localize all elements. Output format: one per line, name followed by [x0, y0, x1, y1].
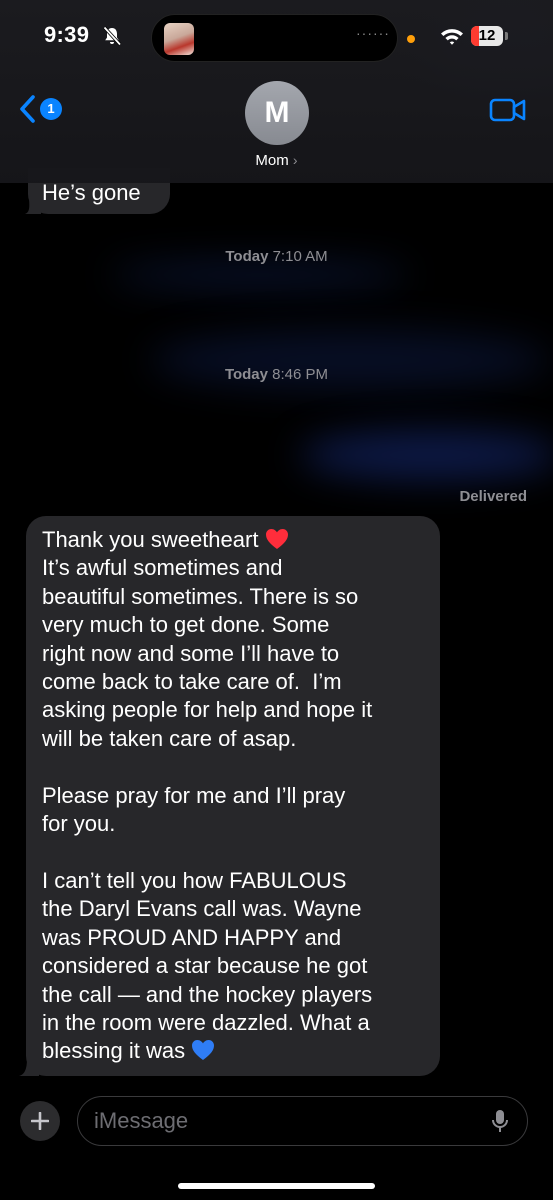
microphone-icon[interactable] [491, 1109, 509, 1135]
home-indicator[interactable] [178, 1183, 375, 1189]
wifi-icon [441, 29, 463, 45]
bubble-tail [19, 1056, 39, 1076]
background-glow [110, 262, 410, 288]
add-attachment-button[interactable] [20, 1101, 60, 1141]
message-input-container [77, 1096, 528, 1146]
bubble-tail [25, 196, 41, 214]
activity-dots-icon: ······ [356, 25, 390, 41]
dynamic-island[interactable]: ······ [151, 14, 398, 62]
video-call-icon[interactable] [489, 97, 527, 123]
timestamp: Today 8:46 PM [224, 366, 329, 383]
battery-icon: 12 [471, 26, 503, 46]
contact-avatar[interactable]: M [245, 81, 309, 145]
contact-name-button[interactable]: Mom › [200, 152, 353, 169]
delivered-status: Delivered [459, 488, 527, 505]
message-bubble-received[interactable]: Thank you sweetheart It’s awful sometime… [26, 516, 440, 1076]
background-glow [300, 430, 553, 480]
now-playing-thumbnail [164, 23, 194, 55]
status-time: 9:39 [44, 22, 90, 47]
timestamp: Today 7:10 AM [225, 248, 328, 265]
chevron-right-icon: › [292, 152, 298, 168]
contact-name: Mom [255, 152, 289, 169]
back-button[interactable]: 1 [18, 92, 68, 128]
blue-heart-icon [192, 1040, 215, 1061]
battery-cap [505, 32, 508, 40]
unread-badge: 1 [40, 98, 62, 120]
bell-slash-icon [103, 26, 122, 46]
message-text: He’s gone [42, 180, 141, 205]
chevron-left-icon [20, 95, 35, 123]
plus-icon [31, 1112, 49, 1130]
message-text: Thank you sweetheart It’s awful sometime… [42, 527, 373, 1064]
microphone-indicator-icon [407, 35, 415, 43]
red-heart-icon [265, 529, 288, 549]
status-bar: 9:39 ······ 12 [0, 0, 553, 70]
message-input[interactable] [94, 1107, 474, 1135]
battery-level: 12 [478, 27, 496, 44]
